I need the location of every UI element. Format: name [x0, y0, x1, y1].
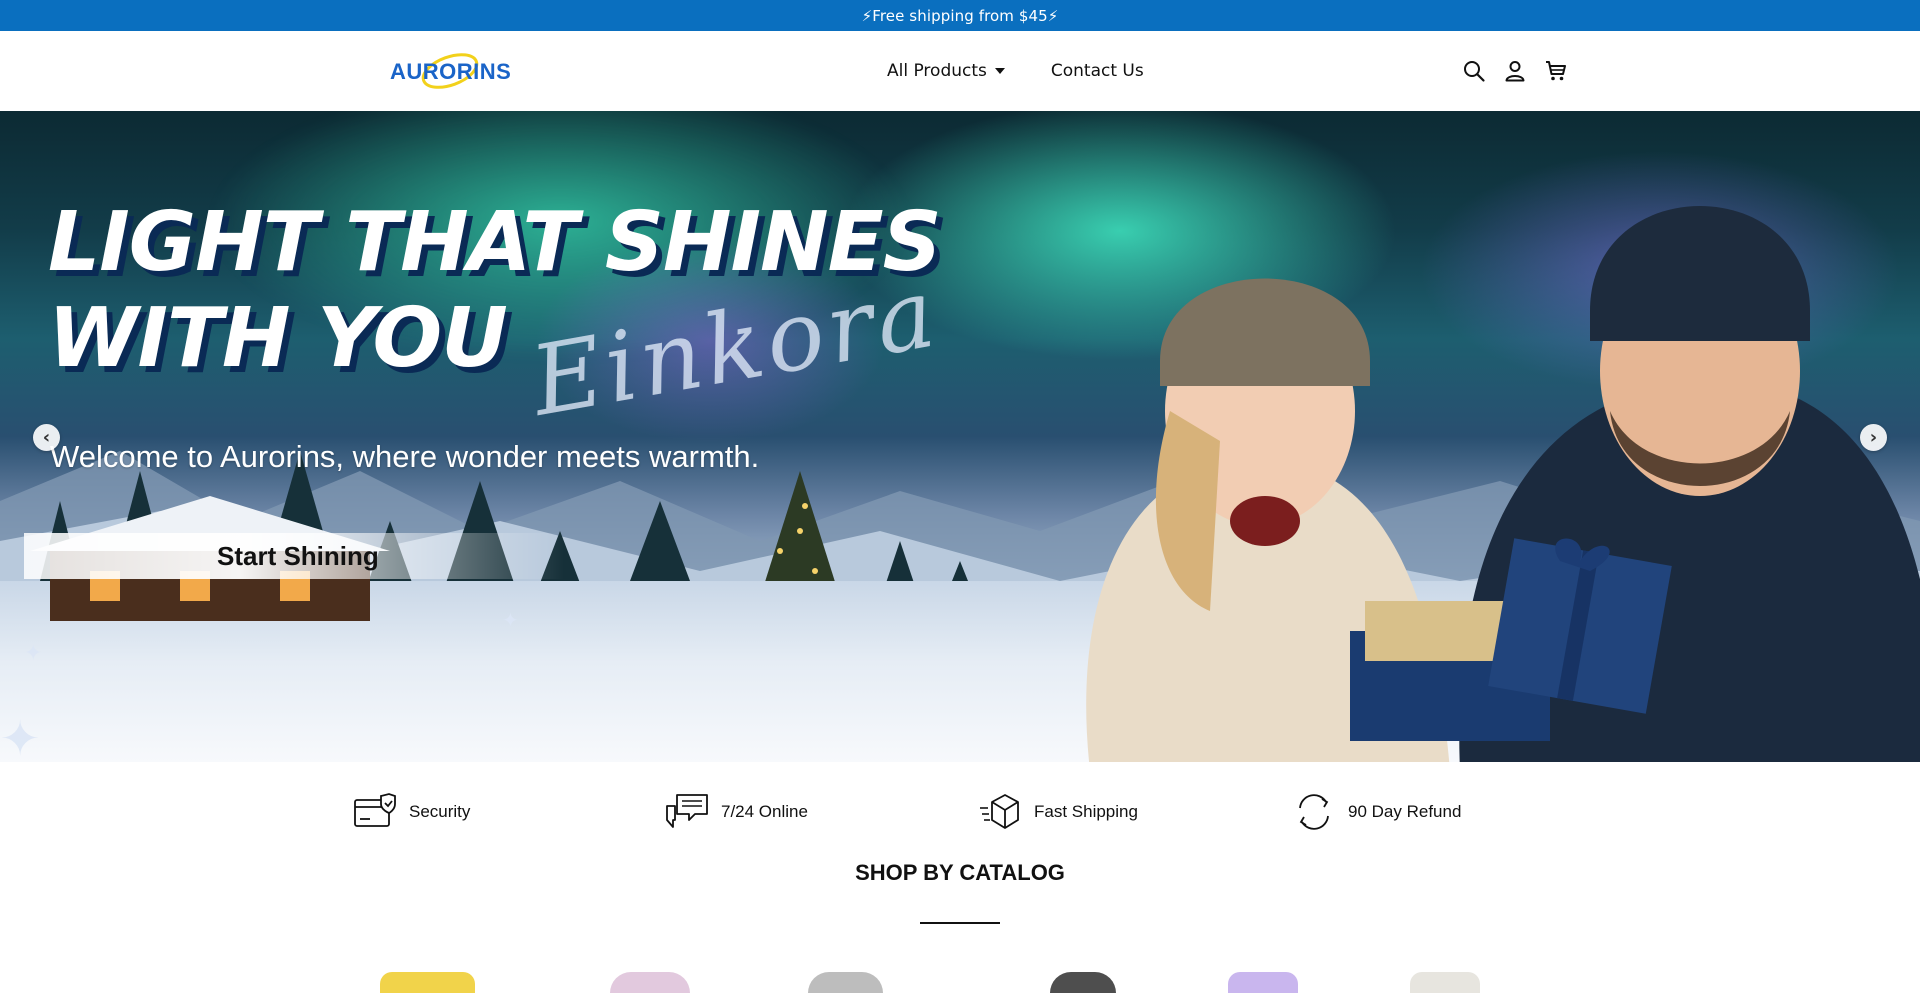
- main-nav: All Products Contact Us: [887, 31, 1144, 111]
- features-strip: Security 7/24 Online Fast Shipping 90 Da…: [0, 762, 1920, 857]
- account-icon[interactable]: [1503, 59, 1527, 83]
- start-shining-label: Start Shining: [217, 540, 379, 571]
- catalog-item-thumbnail[interactable]: [610, 972, 690, 993]
- sparkle-icon: ✦: [24, 641, 43, 666]
- catalog-item-thumbnail[interactable]: [1050, 972, 1116, 993]
- nav-all-products-label: All Products: [887, 61, 987, 81]
- carousel-prev-button[interactable]: ‹: [33, 424, 60, 451]
- catalog-item-thumbnail[interactable]: [380, 972, 475, 993]
- header-actions: [1462, 57, 1568, 85]
- feature-refund-label: 90 Day Refund: [1348, 802, 1462, 821]
- chat-icon: [666, 794, 708, 828]
- sparkle-icon: ✦: [0, 711, 41, 762]
- announcement-text: ⚡Free shipping from $45⚡: [861, 6, 1059, 25]
- secure-card-icon: [354, 793, 396, 827]
- feature-shipping: Fast Shipping: [978, 792, 1138, 832]
- logo-text: AURORINS: [390, 59, 512, 84]
- feature-security: Security: [353, 792, 470, 832]
- catalog-item-thumbnail[interactable]: [1410, 972, 1480, 993]
- feature-refund: 90 Day Refund: [1292, 792, 1461, 832]
- package-icon: [980, 794, 1019, 829]
- announcement-bar: ⚡Free shipping from $45⚡: [0, 0, 1920, 31]
- catalog-title-underline: [920, 922, 1000, 924]
- feature-shipping-label: Fast Shipping: [1034, 802, 1138, 821]
- search-icon[interactable]: [1462, 59, 1486, 83]
- feature-online: 7/24 Online: [665, 792, 808, 832]
- site-header: AURORINS All Products Contact Us: [0, 31, 1920, 112]
- hero-tagline: Welcome to Aurorins, where wonder meets …: [50, 439, 760, 474]
- catalog-item-thumbnail[interactable]: [808, 972, 883, 993]
- feature-online-label: 7/24 Online: [721, 802, 808, 821]
- cart-icon[interactable]: [1544, 59, 1568, 83]
- hero-banner[interactable]: LIGHT THAT SHINES WITH YOU Einkora Welco…: [0, 111, 1920, 762]
- refund-cycle-icon: [1299, 794, 1329, 830]
- nav-all-products[interactable]: All Products: [887, 61, 1005, 81]
- catalog-title: SHOP BY CATALOG: [855, 860, 1065, 885]
- nav-contact-us[interactable]: Contact Us: [1051, 61, 1144, 81]
- catalog-items-row: [0, 972, 1920, 993]
- sparkle-icon: ✦: [502, 608, 519, 632]
- catalog-item-thumbnail[interactable]: [1228, 972, 1298, 993]
- brand-logo[interactable]: AURORINS: [388, 45, 516, 97]
- start-shining-button[interactable]: Start Shining: [24, 533, 564, 579]
- chevron-right-icon: ›: [1869, 427, 1878, 448]
- carousel-next-button[interactable]: ›: [1860, 424, 1887, 451]
- chevron-left-icon: ‹: [42, 427, 51, 448]
- feature-security-label: Security: [409, 802, 471, 821]
- caret-down-icon: [994, 68, 1005, 74]
- gift-box-image: [1350, 538, 1672, 741]
- nav-contact-us-label: Contact Us: [1050, 61, 1144, 81]
